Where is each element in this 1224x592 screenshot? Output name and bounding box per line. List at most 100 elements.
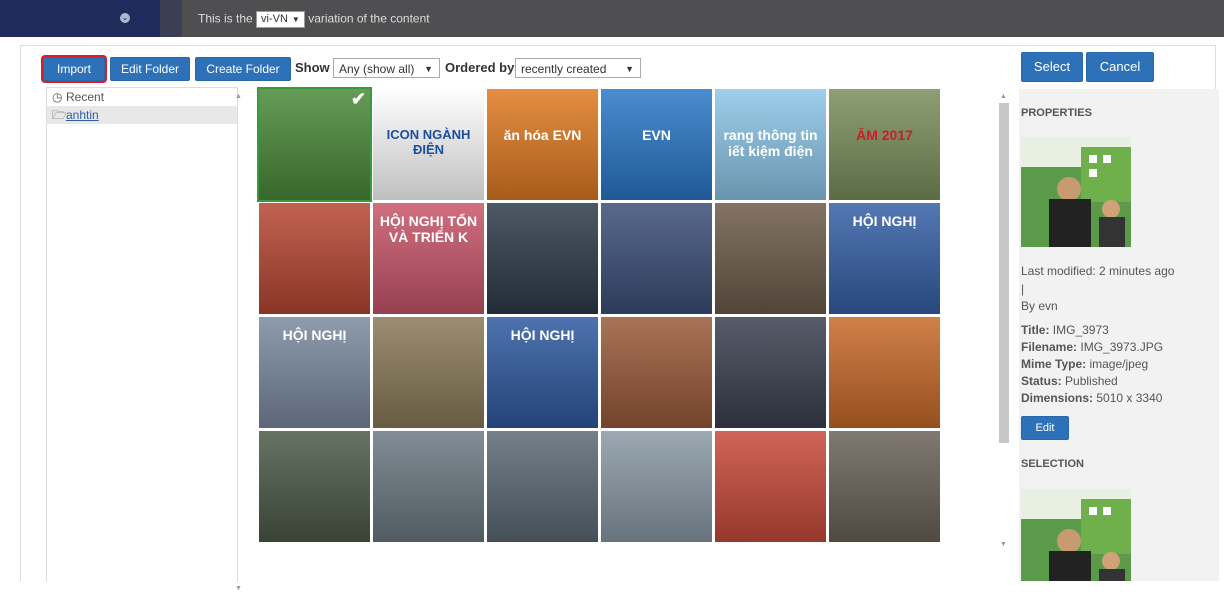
- create-folder-button[interactable]: Create Folder: [195, 57, 291, 81]
- tree-item-anhtin[interactable]: 🗁anhtin: [47, 106, 237, 124]
- image-tile[interactable]: HỘI NGHỊ: [487, 317, 598, 428]
- image-tile[interactable]: ✔: [257, 87, 372, 202]
- image-tile[interactable]: [715, 203, 826, 314]
- image-tile[interactable]: [829, 317, 940, 428]
- image-tile[interactable]: rang thông tin iết kiệm điện: [715, 89, 826, 200]
- filename-label: Filename:: [1021, 340, 1078, 354]
- variation-prefix: This is the: [198, 11, 253, 26]
- cancel-button[interactable]: Cancel: [1086, 52, 1154, 82]
- ordered-by-label: Ordered by: [445, 60, 515, 75]
- media-browser-dialog: Import Edit Folder Create Folder Show An…: [20, 45, 1219, 592]
- image-tile[interactable]: HỘI NGHỊ: [829, 203, 940, 314]
- toolbar: Import Edit Folder Create Folder Show An…: [43, 57, 1013, 81]
- properties-info: Title: IMG_3973 Filename: IMG_3973.JPG M…: [1021, 322, 1191, 407]
- scroll-down-icon[interactable]: ▼: [1000, 541, 1007, 548]
- image-tile[interactable]: [601, 317, 712, 428]
- image-tile[interactable]: [487, 203, 598, 314]
- tile-caption: HỘI NGHỊ: [282, 327, 347, 343]
- chevron-down-icon[interactable]: ⌄: [120, 13, 130, 23]
- image-tile[interactable]: HỘI NGHỊ TỔN VÀ TRIỂN K: [373, 203, 484, 314]
- scroll-down-icon[interactable]: ▼: [235, 585, 242, 592]
- tree-item-label: anhtin: [66, 108, 99, 122]
- image-tile[interactable]: ĂM 2017: [829, 89, 940, 200]
- ordered-by-select[interactable]: recently created ▼: [515, 58, 641, 78]
- tile-caption: rang thông tin iết kiệm điện: [723, 127, 818, 159]
- filename-row: Filename: IMG_3973.JPG: [1021, 339, 1191, 356]
- image-tile[interactable]: HỘI NGHỊ: [259, 317, 370, 428]
- image-tile[interactable]: ăn hóa EVN: [487, 89, 598, 200]
- properties-thumbnail: [1021, 137, 1131, 247]
- tree-item-recent[interactable]: ◷ Recent: [47, 88, 237, 106]
- scroll-up-icon[interactable]: ▲: [1000, 93, 1007, 100]
- image-tile[interactable]: [715, 431, 826, 542]
- status-row: Status: Published: [1021, 373, 1191, 390]
- tile-image: [715, 431, 826, 542]
- status-label: Status:: [1021, 374, 1062, 388]
- edit-folder-button[interactable]: Edit Folder: [110, 57, 190, 81]
- tile-image: [829, 317, 940, 428]
- image-tile[interactable]: [829, 431, 940, 542]
- tile-image: [259, 431, 370, 542]
- scroll-up-icon[interactable]: ▲: [235, 93, 242, 100]
- selection-thumbnail[interactable]: [1021, 489, 1131, 581]
- import-button[interactable]: Import: [43, 57, 105, 81]
- scroll-thumb[interactable]: [999, 103, 1009, 443]
- modified-by: By evn: [1021, 299, 1058, 313]
- variation-notice: This is the vi-VN ▼ variation of the cont…: [198, 11, 430, 28]
- tile-caption: ICON NGÀNH ĐIỆN: [386, 127, 471, 157]
- mime-row: Mime Type: image/jpeg: [1021, 356, 1191, 373]
- tree-scrollbar[interactable]: ▲ ▼: [233, 87, 245, 592]
- top-bar: ⌄ This is the vi-VN ▼ variation of the co…: [0, 0, 1224, 37]
- checkmark-icon: ✔: [350, 89, 366, 109]
- properties-panel: PROPERTIES Last modified: 2 minutes ago …: [1019, 89, 1219, 581]
- image-tile[interactable]: [487, 431, 598, 542]
- tile-image: [829, 89, 940, 200]
- title-row: Title: IMG_3973: [1021, 322, 1191, 339]
- tile-image: [601, 203, 712, 314]
- show-select[interactable]: Any (show all) ▼: [333, 58, 440, 78]
- selection-image: [1021, 489, 1131, 581]
- tile-image: [487, 431, 598, 542]
- caret-down-icon: ▼: [625, 64, 634, 74]
- edit-button[interactable]: Edit: [1021, 416, 1069, 440]
- tile-image: [373, 317, 484, 428]
- tile-image: [601, 317, 712, 428]
- tile-image: [487, 203, 598, 314]
- title-value: IMG_3973: [1052, 323, 1109, 337]
- folder-open-icon: 🗁: [52, 108, 67, 122]
- image-tile[interactable]: [259, 431, 370, 542]
- image-tile[interactable]: [373, 317, 484, 428]
- image-tile[interactable]: ICON NGÀNH ĐIỆN: [373, 89, 484, 200]
- tile-image: [487, 89, 598, 200]
- filename-value: IMG_3973.JPG: [1080, 340, 1164, 354]
- thumbnail-image: [1021, 137, 1131, 247]
- image-grid: ✔ ICON NGÀNH ĐIỆN ăn hóa EVN EVN rang thông …: [257, 87, 949, 581]
- tile-caption: EVN: [642, 127, 671, 143]
- tile-image: [259, 203, 370, 314]
- tile-image: [601, 89, 712, 200]
- tile-caption: HỘI NGHỊ: [852, 213, 917, 229]
- status-value: Published: [1065, 374, 1118, 388]
- tile-image: [601, 431, 712, 542]
- select-button[interactable]: Select: [1021, 52, 1083, 82]
- variation-suffix: variation of the content: [308, 11, 430, 26]
- dimensions-row: Dimensions: 5010 x 3340: [1021, 390, 1191, 407]
- tile-caption: HỘI NGHỊ TỔN VÀ TRIỂN K: [379, 213, 478, 245]
- show-label: Show: [295, 60, 330, 75]
- last-modified: Last modified: 2 minutes ago |: [1021, 264, 1175, 296]
- title-label: Title:: [1021, 323, 1050, 337]
- nav-block[interactable]: ⌄: [0, 0, 160, 37]
- image-tile[interactable]: [601, 431, 712, 542]
- image-tile[interactable]: EVN: [601, 89, 712, 200]
- caret-down-icon: ▼: [424, 64, 433, 74]
- dimensions-value: 5010 x 3340: [1096, 391, 1163, 405]
- grid-scrollbar[interactable]: ▲ ▼: [998, 89, 1010, 559]
- clock-icon: ◷: [52, 90, 63, 104]
- image-tile[interactable]: [715, 317, 826, 428]
- language-select[interactable]: vi-VN ▼: [256, 11, 305, 28]
- image-tile[interactable]: [601, 203, 712, 314]
- image-tile[interactable]: [259, 203, 370, 314]
- tile-caption: HỘI NGHỊ: [510, 327, 575, 343]
- tile-image: [715, 203, 826, 314]
- image-tile[interactable]: [373, 431, 484, 542]
